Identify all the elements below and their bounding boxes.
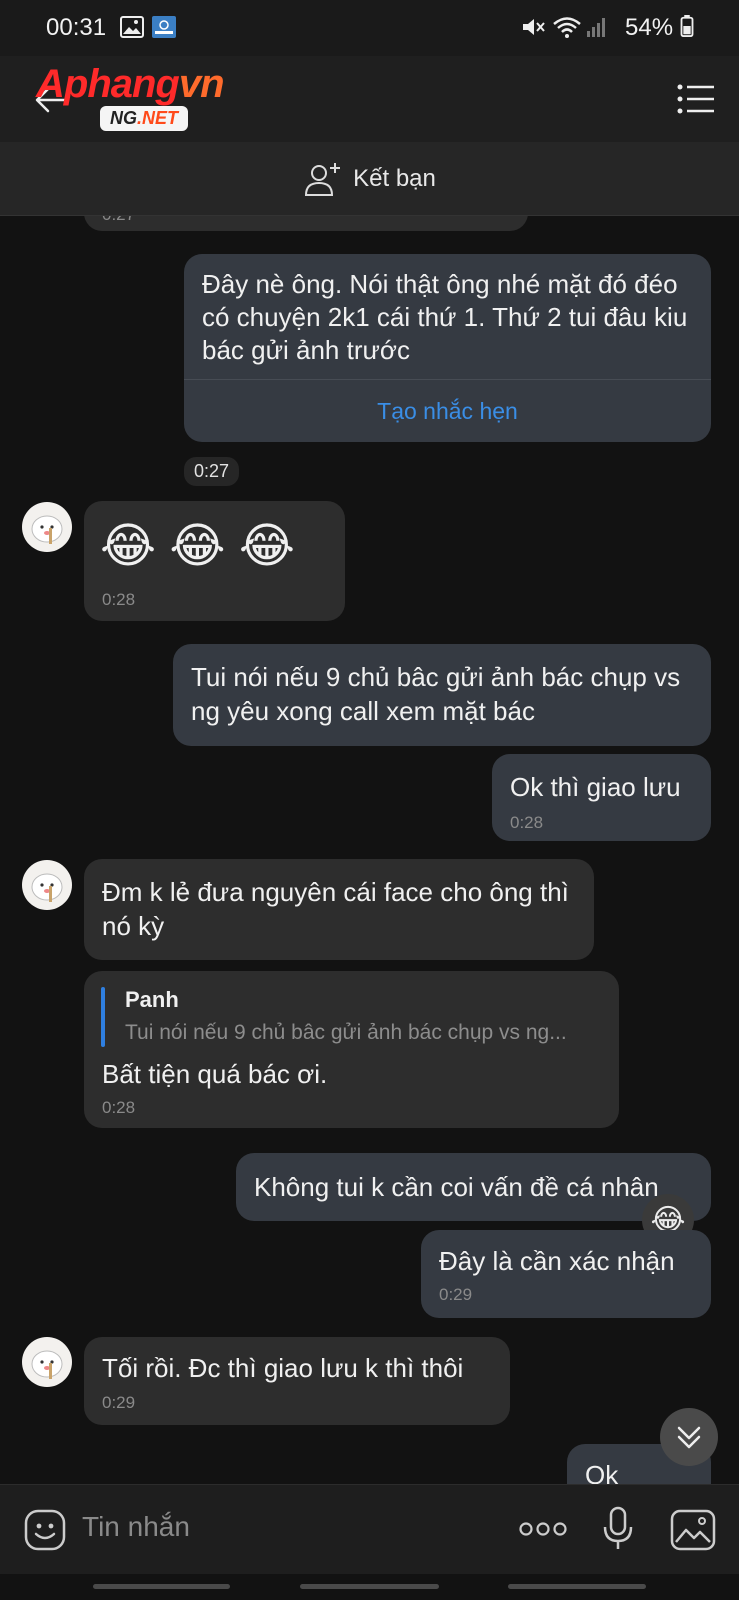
message-text: Ok [585, 1460, 619, 1484]
avatar[interactable] [22, 502, 72, 552]
nav-handle[interactable] [93, 1584, 230, 1589]
message-bubble-outgoing[interactable]: Ok thì giao lưu 0:28 [492, 754, 711, 841]
app-notification-icon [152, 16, 176, 38]
avatar-image [31, 1350, 63, 1379]
message-bubble-incoming[interactable]: 😂 😂 😂 0:28 [84, 501, 345, 621]
image-icon[interactable] [670, 1509, 716, 1551]
message-time: 0:28 [510, 813, 544, 832]
message-bubble-outgoing[interactable]: Đây là cần xác nhận 0:29 [421, 1230, 711, 1318]
more-options-icon[interactable] [518, 1521, 568, 1537]
double-chevron-down-icon [677, 1426, 701, 1449]
message-time: 0:27 [184, 457, 240, 486]
quoted-sender: Panh [125, 987, 179, 1012]
quoted-text[interactable]: Tui nói nếu 9 chủ bâc gửi ảnh bác chụp v… [125, 1021, 605, 1045]
avatar[interactable] [22, 1337, 72, 1387]
quote-bar [101, 987, 105, 1047]
add-friend-label: Kết bạn [353, 164, 436, 192]
add-user-icon [305, 162, 341, 196]
message-bubble-incoming[interactable]: 0:27 [84, 216, 528, 231]
message-time: 0:28 [102, 590, 136, 609]
emoji-message: 😂 😂 😂 [100, 520, 295, 573]
avatar[interactable] [22, 860, 72, 910]
message-bubble-incoming[interactable]: Đm k lẻ đưa nguyên cái face cho ông thì … [84, 859, 594, 960]
message-time: 0:29 [439, 1285, 473, 1304]
chat-header: Aphangvn NG.NET [0, 56, 739, 142]
message-time: 0:28 [102, 1098, 136, 1117]
wifi-icon [553, 17, 581, 38]
signal-icon [587, 18, 605, 37]
menu-icon[interactable] [676, 82, 716, 116]
add-friend-button[interactable]: Kết bạn [0, 142, 739, 216]
message-text: Ok thì giao lưu [510, 772, 681, 802]
message-text: Bất tiện quá bác ơi. [102, 1059, 328, 1089]
create-reminder-link[interactable]: Tạo nhắc hẹn [184, 398, 711, 425]
message-text: Đm k lẻ đưa nguyên cái face cho ông thì … [102, 877, 569, 941]
message-text: Không tui k cần coi vấn đề cá nhân [254, 1172, 659, 1202]
chat-area[interactable]: 0:27 Đây nè ông. Nói thật ông nhé mặt đó… [0, 216, 739, 1484]
avatar-image [31, 873, 63, 902]
gallery-icon [120, 16, 144, 38]
nav-handle[interactable] [508, 1584, 646, 1589]
system-navigation-bar [0, 1574, 739, 1600]
nav-handle[interactable] [300, 1584, 439, 1589]
divider [184, 379, 711, 380]
message-time: 0:29 [102, 1393, 136, 1412]
message-bubble-incoming[interactable]: Tối rồi. Đc thì giao lưu k thì thôi 0:29 [84, 1337, 510, 1425]
status-bar: 00:31 54% [0, 0, 739, 56]
message-composer: Tin nhắn [0, 1484, 739, 1574]
battery-percent: 54% [625, 14, 674, 41]
message-bubble-outgoing[interactable]: Đây nè ông. Nói thật ông nhé mặt đó đéo … [184, 254, 711, 442]
scroll-to-bottom-button[interactable] [660, 1408, 718, 1466]
message-time: 0:27 [102, 216, 135, 225]
message-text: Đây là cần xác nhận [439, 1246, 675, 1276]
microphone-icon[interactable] [602, 1505, 634, 1553]
status-time: 00:31 [46, 14, 107, 41]
message-text: Tui nói nếu 9 chủ bâc gửi ảnh bác chụp v… [191, 662, 681, 726]
reply-message-bubble[interactable]: Panh Tui nói nếu 9 chủ bâc gửi ảnh bác c… [84, 971, 619, 1128]
avatar-image [31, 515, 63, 544]
sticker-icon[interactable] [24, 1509, 66, 1551]
battery-icon [680, 15, 694, 37]
message-text: Tối rồi. Đc thì giao lưu k thì thôi [102, 1353, 464, 1383]
message-input[interactable]: Tin nhắn [82, 1511, 190, 1543]
mute-icon [523, 19, 545, 35]
watermark-logo: Aphangvn NG.NET [36, 62, 266, 138]
message-bubble-outgoing[interactable]: Tui nói nếu 9 chủ bâc gửi ảnh bác chụp v… [173, 644, 711, 746]
message-text: Đây nè ông. Nói thật ông nhé mặt đó đéo … [202, 269, 688, 365]
message-bubble-outgoing[interactable]: Không tui k cần coi vấn đề cá nhân [236, 1153, 711, 1221]
